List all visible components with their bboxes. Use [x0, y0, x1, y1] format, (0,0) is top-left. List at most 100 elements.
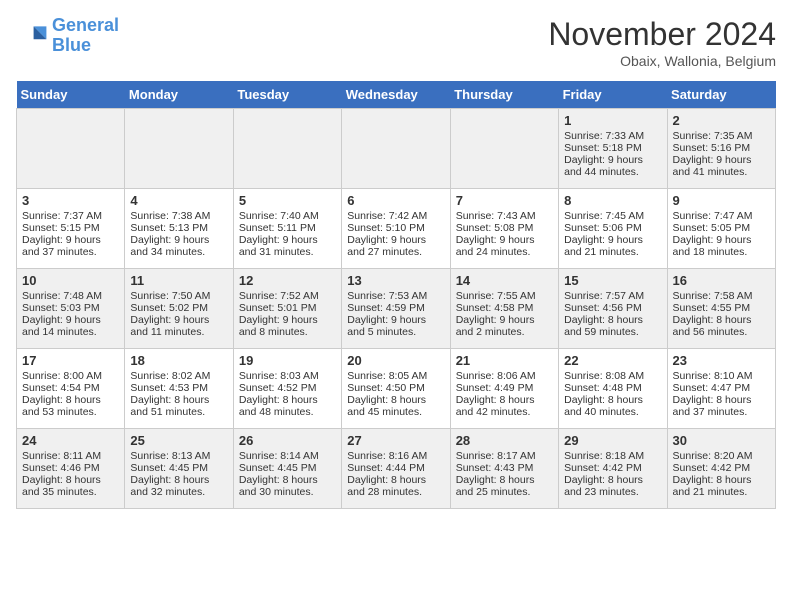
- day-number: 29: [564, 433, 661, 448]
- logo-text: General Blue: [52, 16, 119, 56]
- day-info: Sunset: 4:52 PM: [239, 382, 336, 394]
- day-info: Sunset: 5:02 PM: [130, 302, 227, 314]
- calendar-cell: 27Sunrise: 8:16 AMSunset: 4:44 PMDayligh…: [342, 429, 450, 509]
- day-info: Daylight: 9 hours and 31 minutes.: [239, 234, 336, 258]
- day-info: Sunrise: 8:11 AM: [22, 450, 119, 462]
- calendar-header-row: SundayMondayTuesdayWednesdayThursdayFrid…: [17, 81, 776, 109]
- day-info: Daylight: 9 hours and 44 minutes.: [564, 154, 661, 178]
- calendar-cell: 19Sunrise: 8:03 AMSunset: 4:52 PMDayligh…: [233, 349, 341, 429]
- day-number: 10: [22, 273, 119, 288]
- calendar-cell: 22Sunrise: 8:08 AMSunset: 4:48 PMDayligh…: [559, 349, 667, 429]
- day-info: Sunset: 4:42 PM: [564, 462, 661, 474]
- day-number: 17: [22, 353, 119, 368]
- calendar-cell: 23Sunrise: 8:10 AMSunset: 4:47 PMDayligh…: [667, 349, 775, 429]
- day-number: 15: [564, 273, 661, 288]
- day-info: Daylight: 9 hours and 11 minutes.: [130, 314, 227, 338]
- day-number: 3: [22, 193, 119, 208]
- calendar-cell: 4Sunrise: 7:38 AMSunset: 5:13 PMDaylight…: [125, 189, 233, 269]
- day-info: Daylight: 8 hours and 37 minutes.: [673, 394, 770, 418]
- day-info: Sunrise: 8:13 AM: [130, 450, 227, 462]
- day-info: Sunrise: 8:16 AM: [347, 450, 444, 462]
- day-info: Sunrise: 7:40 AM: [239, 210, 336, 222]
- day-info: Sunset: 5:05 PM: [673, 222, 770, 234]
- calendar-cell: 12Sunrise: 7:52 AMSunset: 5:01 PMDayligh…: [233, 269, 341, 349]
- day-info: Daylight: 9 hours and 37 minutes.: [22, 234, 119, 258]
- calendar-cell: 17Sunrise: 8:00 AMSunset: 4:54 PMDayligh…: [17, 349, 125, 429]
- day-info: Sunset: 4:59 PM: [347, 302, 444, 314]
- day-info: Sunset: 5:16 PM: [673, 142, 770, 154]
- day-info: Sunrise: 8:08 AM: [564, 370, 661, 382]
- day-info: Daylight: 8 hours and 32 minutes.: [130, 474, 227, 498]
- day-info: Sunset: 5:08 PM: [456, 222, 553, 234]
- calendar-cell: 11Sunrise: 7:50 AMSunset: 5:02 PMDayligh…: [125, 269, 233, 349]
- calendar-cell: 28Sunrise: 8:17 AMSunset: 4:43 PMDayligh…: [450, 429, 558, 509]
- day-info: Sunset: 4:55 PM: [673, 302, 770, 314]
- day-info: Sunset: 4:43 PM: [456, 462, 553, 474]
- calendar-cell: 9Sunrise: 7:47 AMSunset: 5:05 PMDaylight…: [667, 189, 775, 269]
- day-info: Daylight: 9 hours and 14 minutes.: [22, 314, 119, 338]
- day-info: Sunset: 5:10 PM: [347, 222, 444, 234]
- calendar-cell: [17, 109, 125, 189]
- day-number: 24: [22, 433, 119, 448]
- calendar-cell: 25Sunrise: 8:13 AMSunset: 4:45 PMDayligh…: [125, 429, 233, 509]
- calendar-cell: 2Sunrise: 7:35 AMSunset: 5:16 PMDaylight…: [667, 109, 775, 189]
- day-number: 12: [239, 273, 336, 288]
- day-number: 11: [130, 273, 227, 288]
- day-number: 9: [673, 193, 770, 208]
- day-number: 6: [347, 193, 444, 208]
- day-info: Sunset: 5:01 PM: [239, 302, 336, 314]
- calendar-cell: [342, 109, 450, 189]
- page-header: General Blue November 2024 Obaix, Wallon…: [16, 16, 776, 69]
- day-number: 22: [564, 353, 661, 368]
- day-info: Sunset: 4:42 PM: [673, 462, 770, 474]
- calendar-cell: 30Sunrise: 8:20 AMSunset: 4:42 PMDayligh…: [667, 429, 775, 509]
- day-number: 25: [130, 433, 227, 448]
- calendar-cell: 15 Sunrise: 7:57 AMSunset: 4:56 PMDayligh…: [559, 269, 667, 349]
- day-info: Daylight: 8 hours and 51 minutes.: [130, 394, 227, 418]
- day-info: Sunrise: 8:02 AM: [130, 370, 227, 382]
- calendar-week-row: 10Sunrise: 7:48 AMSunset: 5:03 PMDayligh…: [17, 269, 776, 349]
- calendar-cell: 21Sunrise: 8:06 AMSunset: 4:49 PMDayligh…: [450, 349, 558, 429]
- day-info: Sunrise: 7:57 AM: [564, 290, 661, 302]
- calendar-cell: 1Sunrise: 7:33 AMSunset: 5:18 PMDaylight…: [559, 109, 667, 189]
- day-info: Daylight: 8 hours and 23 minutes.: [564, 474, 661, 498]
- day-info: Sunset: 5:03 PM: [22, 302, 119, 314]
- day-info: Sunset: 4:58 PM: [456, 302, 553, 314]
- day-info: Sunrise: 8:18 AM: [564, 450, 661, 462]
- calendar-cell: 10 Sunrise: 7:48 AMSunset: 5:03 PMDayligh…: [17, 269, 125, 349]
- day-number: 14: [456, 273, 553, 288]
- calendar-cell: 14Sunrise: 7:55 AMSunset: 4:58 PMDayligh…: [450, 269, 558, 349]
- day-info: Sunrise: 8:20 AM: [673, 450, 770, 462]
- calendar-cell: 7Sunrise: 7:43 AMSunset: 5:08 PMDaylight…: [450, 189, 558, 269]
- day-header-monday: Monday: [125, 81, 233, 109]
- day-info: Sunset: 5:13 PM: [130, 222, 227, 234]
- day-info: Sunset: 5:06 PM: [564, 222, 661, 234]
- day-number: 28: [456, 433, 553, 448]
- calendar-cell: [125, 109, 233, 189]
- day-number: 13: [347, 273, 444, 288]
- day-info: Sunset: 4:46 PM: [22, 462, 119, 474]
- day-info: Sunset: 4:53 PM: [130, 382, 227, 394]
- day-info: Sunrise: 7:33 AM: [564, 130, 661, 142]
- day-info: Sunset: 4:47 PM: [673, 382, 770, 394]
- day-number: 18: [130, 353, 227, 368]
- day-info: Daylight: 8 hours and 56 minutes.: [673, 314, 770, 338]
- day-info: Sunrise: 7:48 AM: [22, 290, 119, 302]
- day-info: Sunrise: 7:47 AM: [673, 210, 770, 222]
- day-info: Sunrise: 7:58 AM: [673, 290, 770, 302]
- calendar-table: SundayMondayTuesdayWednesdayThursdayFrid…: [16, 81, 776, 509]
- month-title: November 2024: [548, 16, 776, 53]
- day-info: Daylight: 8 hours and 28 minutes.: [347, 474, 444, 498]
- day-info: Daylight: 8 hours and 25 minutes.: [456, 474, 553, 498]
- day-header-saturday: Saturday: [667, 81, 775, 109]
- day-number: 27: [347, 433, 444, 448]
- calendar-week-row: 24 Sunrise: 8:11 AMSunset: 4:46 PM Dayligh…: [17, 429, 776, 509]
- day-info: Daylight: 8 hours and 59 minutes.: [564, 314, 661, 338]
- day-info: Sunset: 4:56 PM: [564, 302, 661, 314]
- logo: General Blue: [16, 16, 119, 56]
- calendar-week-row: 17Sunrise: 8:00 AMSunset: 4:54 PMDayligh…: [17, 349, 776, 429]
- day-header-thursday: Thursday: [450, 81, 558, 109]
- day-info: Daylight: 8 hours and 42 minutes.: [456, 394, 553, 418]
- calendar-cell: 16Sunrise: 7:58 AMSunset: 4:55 PMDayligh…: [667, 269, 775, 349]
- day-number: 20: [347, 353, 444, 368]
